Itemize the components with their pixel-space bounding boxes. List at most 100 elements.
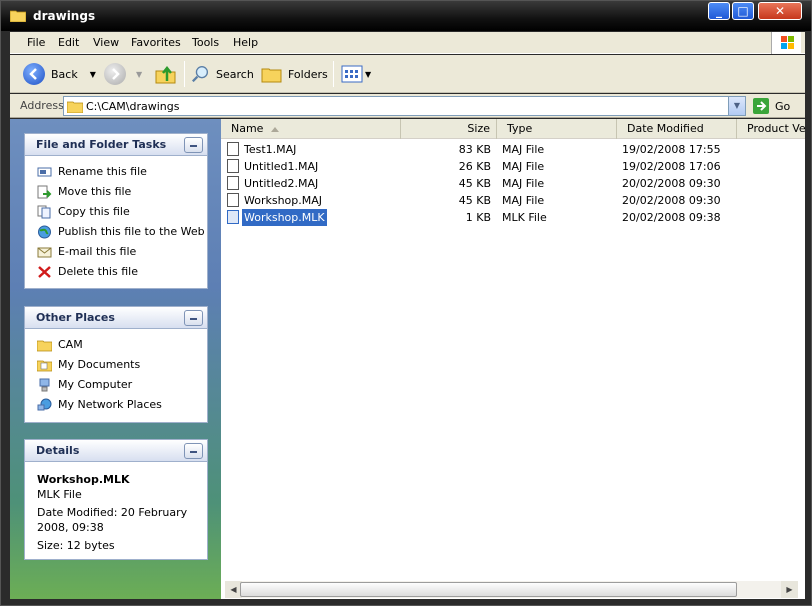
file-size: 1 KB <box>465 211 491 224</box>
column-label: Date Modified <box>627 122 704 135</box>
task-move[interactable]: Move this file <box>25 182 207 202</box>
folders-button[interactable]: Folders <box>261 61 328 87</box>
column-header-date-modified[interactable]: Date Modified <box>617 119 737 139</box>
go-arrow-icon <box>753 98 769 114</box>
up-folder-icon <box>155 65 176 84</box>
toolbar-separator <box>333 61 334 87</box>
file-list-view[interactable]: Name Size Type Date Modified Product Ver… <box>221 119 805 599</box>
place-my-network-places[interactable]: My Network Places <box>25 395 207 415</box>
file-date: 20/02/2008 09:30 <box>622 194 721 207</box>
scroll-right-button[interactable]: ▶ <box>781 581 798 598</box>
panel-title: Details <box>36 444 80 457</box>
file-name: Workshop.MAJ <box>244 194 323 207</box>
file-row[interactable]: Test1.MAJ 83 KB MAJ File 19/02/2008 17:5… <box>221 141 805 158</box>
delete-icon <box>38 266 51 278</box>
file-row[interactable]: Untitled2.MAJ 45 KB MAJ File 20/02/2008 … <box>221 175 805 192</box>
menu-tools[interactable]: Tools <box>192 36 219 49</box>
details-panel: Details Workshop.MLK MLK File Date Modif… <box>24 439 208 560</box>
file-date: 19/02/2008 17:06 <box>622 160 721 173</box>
column-header-product-version[interactable]: Product Vers <box>737 119 805 139</box>
column-header-size[interactable]: Size <box>401 119 497 139</box>
task-email[interactable]: E-mail this file <box>25 242 207 262</box>
menu-favorites[interactable]: Favorites <box>131 36 181 49</box>
file-date: 20/02/2008 09:38 <box>622 211 721 224</box>
panel-header[interactable]: File and Folder Tasks <box>25 134 207 156</box>
file-icon <box>227 193 239 207</box>
file-name: Untitled2.MAJ <box>244 177 319 190</box>
address-bar: Address C:\CAM\drawings ▼ Go <box>10 94 805 118</box>
menu-file[interactable]: File <box>27 36 45 49</box>
file-size: 83 KB <box>458 143 491 156</box>
back-label: Back <box>51 67 78 81</box>
scrollbar-thumb[interactable] <box>240 582 737 597</box>
collapse-button[interactable] <box>184 310 203 326</box>
collapse-button[interactable] <box>184 443 203 459</box>
file-type: MAJ File <box>502 194 545 207</box>
search-label: Search <box>216 67 254 81</box>
file-row[interactable]: Workshop.MAJ 45 KB MAJ File 20/02/2008 0… <box>221 192 805 209</box>
sort-ascending-icon <box>271 126 280 132</box>
panel-header[interactable]: Details <box>25 440 207 462</box>
file-type: MAJ File <box>502 177 545 190</box>
task-label: Copy this file <box>58 205 130 218</box>
place-cam[interactable]: CAM <box>25 335 207 355</box>
column-header-name[interactable]: Name <box>221 119 401 139</box>
file-row-selected[interactable]: Workshop.MLK 1 KB MLK File 20/02/2008 09… <box>221 209 805 226</box>
file-name: Untitled1.MAJ <box>244 160 319 173</box>
file-row[interactable]: Untitled1.MAJ 26 KB MAJ File 19/02/2008 … <box>221 158 805 175</box>
file-name: Test1.MAJ <box>244 143 297 156</box>
go-button[interactable]: Go <box>751 96 801 116</box>
window-title: drawings <box>33 9 96 23</box>
task-publish[interactable]: Publish this file to the Web <box>25 222 207 242</box>
place-my-documents[interactable]: My Documents <box>25 355 207 375</box>
menu-view[interactable]: View <box>93 36 119 49</box>
file-type: MAJ File <box>502 143 545 156</box>
collapse-button[interactable] <box>184 137 203 153</box>
forward-button[interactable]: ▼ <box>104 61 142 87</box>
task-label: Rename this file <box>58 165 147 178</box>
file-icon <box>227 142 239 156</box>
minimize-button[interactable]: _ <box>708 2 730 20</box>
column-header-type[interactable]: Type <box>497 119 617 139</box>
details-size: Size: 12 bytes <box>37 539 115 552</box>
column-label: Name <box>231 122 264 135</box>
panel-header[interactable]: Other Places <box>25 307 207 329</box>
title-bar[interactable]: drawings _ □ ✕ <box>1 1 811 31</box>
place-label: My Documents <box>58 358 141 371</box>
toolbar-separator <box>184 61 185 87</box>
file-size: 45 KB <box>458 177 491 190</box>
chevron-down-icon[interactable]: ▼ <box>365 70 371 79</box>
horizontal-scrollbar[interactable]: ◀ ▶ <box>225 581 798 598</box>
task-copy[interactable]: Copy this file <box>25 202 207 222</box>
windows-logo-icon <box>771 32 801 54</box>
toolbar: Back ▼ ▼ Search Folders ▼ <box>10 55 805 93</box>
up-folder-button[interactable] <box>155 61 177 87</box>
close-button[interactable]: ✕ <box>758 2 802 20</box>
task-pane: File and Folder Tasks Rename this file M… <box>10 119 221 599</box>
search-icon <box>192 66 209 83</box>
maximize-button[interactable]: □ <box>732 2 754 20</box>
views-button[interactable]: ▼ <box>341 61 371 87</box>
file-icon <box>227 159 239 173</box>
column-header-bar: Name Size Type Date Modified Product Ver… <box>221 119 805 139</box>
menu-help[interactable]: Help <box>233 36 258 49</box>
place-my-computer[interactable]: My Computer <box>25 375 207 395</box>
chevron-down-icon[interactable]: ▼ <box>136 70 142 79</box>
task-delete[interactable]: Delete this file <box>25 262 207 282</box>
search-button[interactable]: Search <box>191 61 254 87</box>
chevron-down-icon[interactable]: ▼ <box>90 70 96 79</box>
address-input[interactable]: C:\CAM\drawings ▼ <box>63 96 746 116</box>
email-icon <box>37 247 52 258</box>
task-label: Publish this file to the Web <box>58 225 205 238</box>
file-date: 20/02/2008 09:30 <box>622 177 721 190</box>
file-type: MAJ File <box>502 160 545 173</box>
file-date: 19/02/2008 17:55 <box>622 143 721 156</box>
address-dropdown-button[interactable]: ▼ <box>728 97 745 115</box>
back-button[interactable]: Back ▼ <box>23 61 96 87</box>
menu-bar: File Edit View Favorites Tools Help <box>10 32 805 54</box>
menu-edit[interactable]: Edit <box>58 36 79 49</box>
file-size: 45 KB <box>458 194 491 207</box>
back-arrow-icon <box>23 63 45 85</box>
views-icon <box>341 65 363 83</box>
task-rename[interactable]: Rename this file <box>25 162 207 182</box>
